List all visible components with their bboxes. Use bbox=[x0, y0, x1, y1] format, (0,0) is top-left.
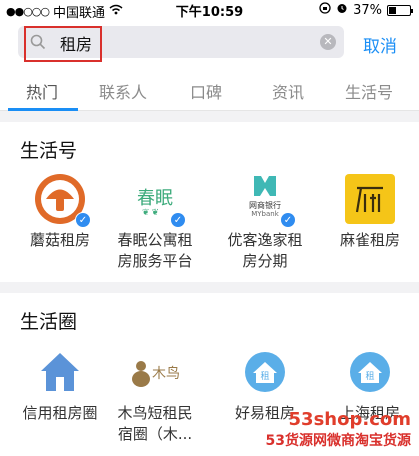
account-item-youke[interactable]: 网商银行 MYbank ✓ 优客逸家租 房分期 bbox=[220, 172, 310, 272]
verified-badge-icon: ✓ bbox=[170, 212, 186, 228]
tab-contacts[interactable]: 联系人 bbox=[99, 79, 147, 103]
battery-icon bbox=[387, 4, 413, 16]
account-item-mogu[interactable]: ✓ 蘑菇租房 bbox=[15, 172, 105, 251]
verified-badge-icon: ✓ bbox=[75, 212, 91, 228]
item-label-line2: 宿圈（木... bbox=[117, 425, 193, 443]
query-highlight-box bbox=[24, 26, 102, 62]
logo-text: 租 bbox=[260, 372, 270, 382]
account-item-maque[interactable]: 麻雀租房 bbox=[325, 172, 415, 251]
tab-bar: 热门 联系人 口碑 资讯 生活号 bbox=[0, 66, 419, 111]
sparrow-logo-icon bbox=[343, 172, 397, 226]
leaf-decor-icon: ❦❦ bbox=[142, 208, 162, 218]
search-header: 租房 ✕ 取消 bbox=[0, 20, 419, 66]
chunmian-logo-icon: 春眠 ❦❦ ✓ bbox=[128, 172, 186, 228]
section-title: 生活圈 bbox=[20, 311, 78, 333]
active-tab-indicator bbox=[8, 108, 78, 111]
mushroom-logo-icon: ✓ bbox=[33, 172, 91, 228]
rent-house-icon: 租 bbox=[238, 345, 292, 399]
section-title: 生活号 bbox=[20, 140, 78, 162]
tab-reviews[interactable]: 口碑 bbox=[190, 79, 222, 103]
item-label-line2: 房分期 bbox=[242, 252, 288, 270]
cancel-button[interactable]: 取消 bbox=[363, 32, 397, 57]
life-circles-section: 生活圈 信用租房圈 木鸟 木鸟短租民 宿圈（木... 租 好易租房 租 上海租房… bbox=[0, 293, 419, 456]
account-item-chunmian[interactable]: 春眠 ❦❦ ✓ 春眠公寓租 房服务平台 bbox=[110, 172, 200, 272]
muniao-logo-icon: 木鸟 bbox=[128, 345, 182, 399]
tab-popular[interactable]: 热门 bbox=[26, 79, 58, 103]
status-bar: ●●○○○ 中国联通 下午10:59 37% bbox=[0, 0, 419, 21]
item-label-line1: 优客逸家租 bbox=[227, 231, 303, 249]
watermark-url: 53shop.com bbox=[288, 409, 411, 430]
item-label-line1: 麻雀租房 bbox=[339, 231, 400, 249]
watermark-text: 53货源网微商淘宝货源 bbox=[265, 433, 411, 449]
item-label-line1: 信用租房圈 bbox=[22, 404, 98, 422]
mybank-logo-icon: 网商银行 MYbank ✓ bbox=[238, 172, 296, 228]
logo-text: 租 bbox=[365, 372, 375, 382]
house-icon bbox=[33, 345, 87, 399]
status-right: 37% bbox=[319, 2, 413, 18]
battery-percent: 37% bbox=[353, 2, 382, 18]
life-accounts-section: 生活号 ✓ 蘑菇租房 春眠 ❦❦ ✓ 春眠公寓租 房服务平台 网商银行 MYba… bbox=[0, 122, 419, 282]
circle-item-credit[interactable]: 信用租房圈 bbox=[15, 345, 105, 424]
logo-text: 春眠 bbox=[137, 188, 173, 209]
item-label-line1: 蘑菇租房 bbox=[29, 231, 90, 249]
circle-item-muniao[interactable]: 木鸟 木鸟短租民 宿圈（木... bbox=[110, 345, 200, 445]
item-label-line1: 春眠公寓租 bbox=[117, 231, 193, 249]
logo-text: 木鸟 bbox=[152, 366, 180, 382]
alarm-icon bbox=[336, 2, 348, 18]
clear-icon[interactable]: ✕ bbox=[320, 34, 336, 50]
battery-fill bbox=[389, 6, 396, 14]
rotation-lock-icon bbox=[319, 2, 331, 18]
tab-life-accounts[interactable]: 生活号 bbox=[345, 79, 393, 103]
item-label-line1: 木鸟短租民 bbox=[117, 404, 193, 422]
verified-badge-icon: ✓ bbox=[280, 212, 296, 228]
watermark: 53shop.com 53货源网微商淘宝货源 bbox=[266, 409, 411, 450]
rent-house-icon: 租 bbox=[343, 345, 397, 399]
tab-news[interactable]: 资讯 bbox=[272, 79, 304, 103]
item-label-line2: 房服务平台 bbox=[117, 252, 193, 270]
